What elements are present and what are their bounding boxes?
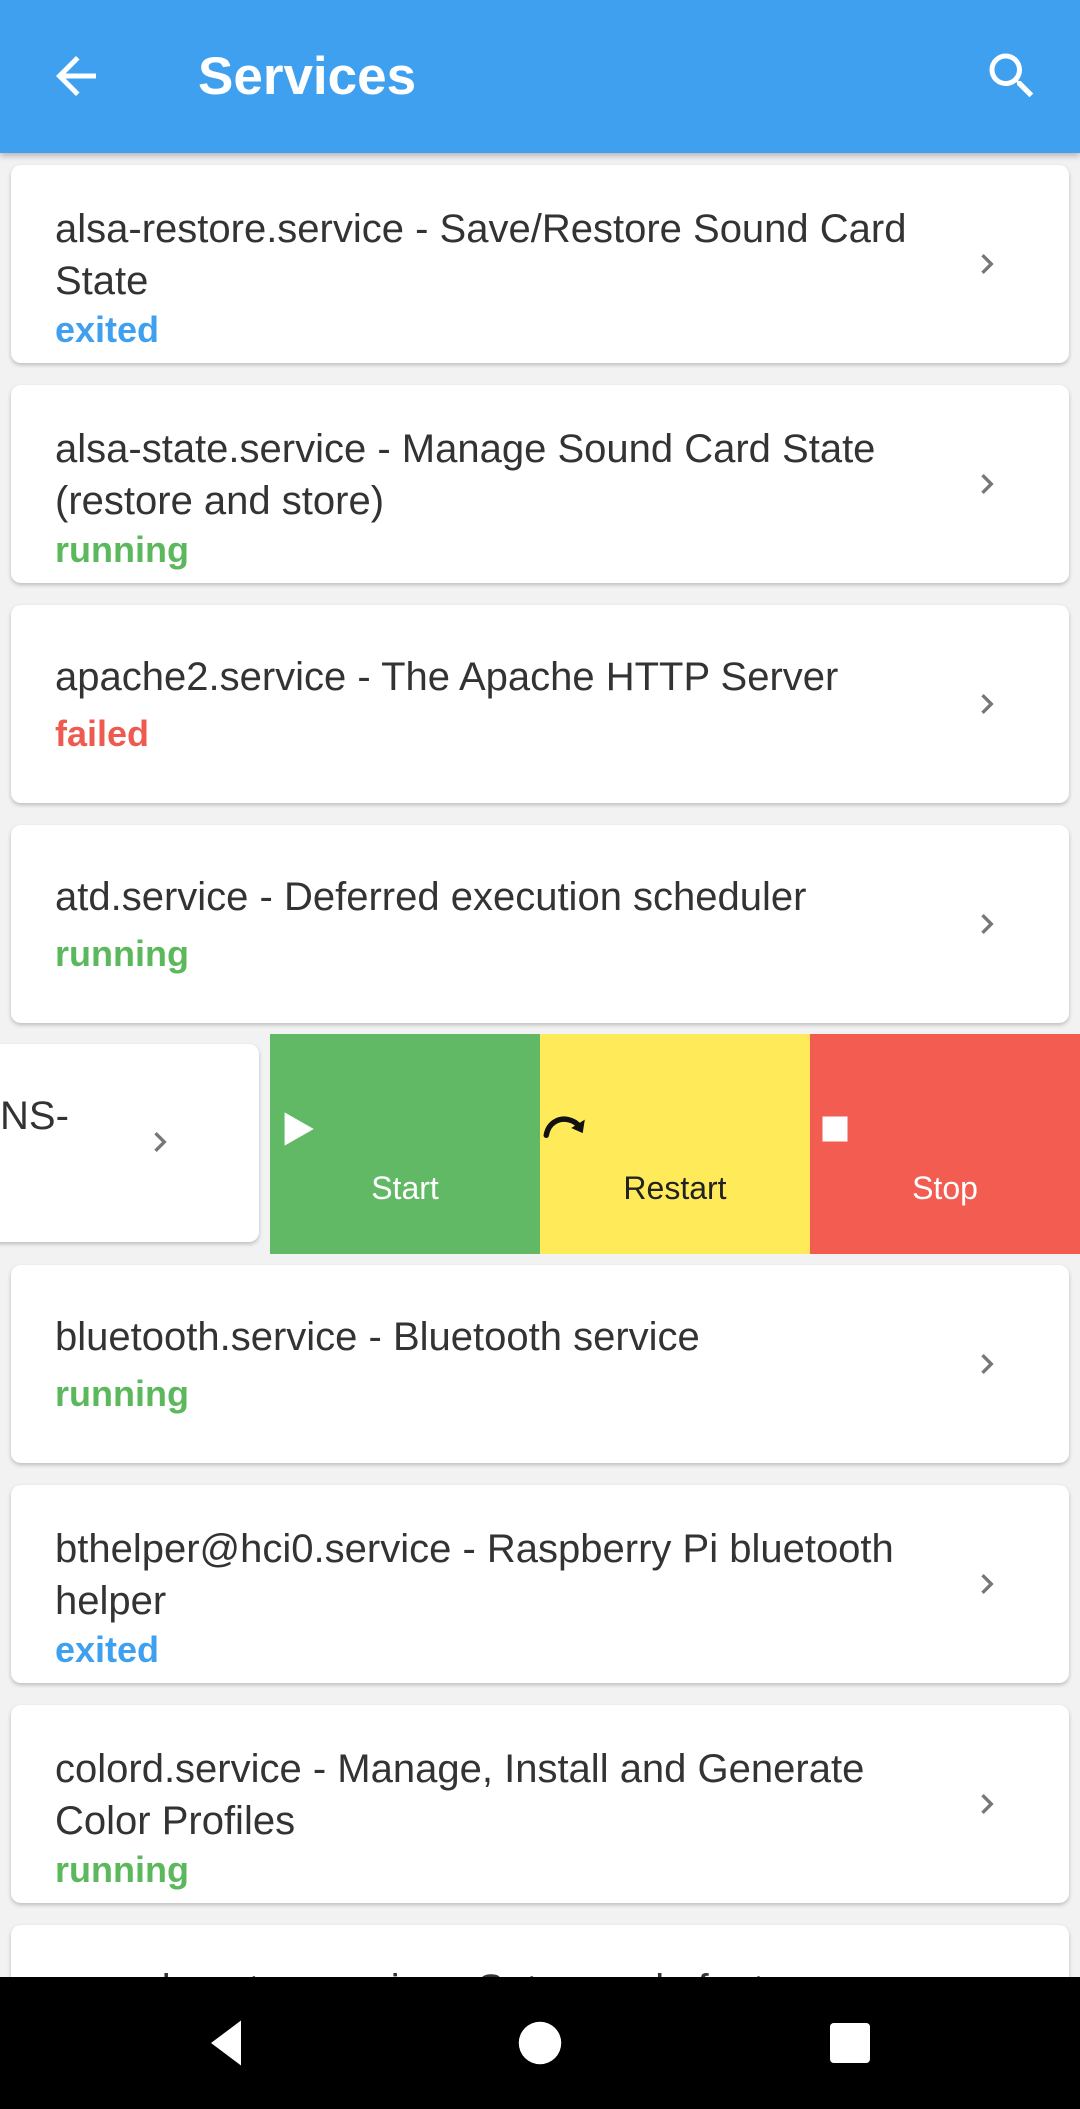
service-name: colord.service - Manage, Install and Gen… <box>55 1747 865 1843</box>
page-title: Services <box>198 47 417 106</box>
start-button[interactable]: Start <box>270 1034 540 1254</box>
swiped-service-card[interactable]: NS- <box>0 1044 259 1242</box>
system-nav-bar <box>0 1977 1080 2109</box>
service-status: failed <box>55 713 150 754</box>
app-bar: Services <box>0 0 1080 153</box>
service-item-colord[interactable]: colord.service - Manage, Install and Gen… <box>11 1705 1069 1903</box>
service-item-console-setup[interactable]: console-setup.service - Set console font <box>11 1925 1069 1977</box>
service-status: exited <box>55 309 160 350</box>
nav-recents-icon[interactable] <box>820 2013 880 2073</box>
service-name-fragment: NS- <box>0 1094 69 1138</box>
service-status: running <box>55 529 189 570</box>
service-name: apache2.service - The Apache HTTP Server <box>55 655 839 699</box>
arrow-left-icon[interactable] <box>46 46 106 106</box>
service-status: exited <box>55 1629 160 1670</box>
chevron-right-icon <box>981 914 994 934</box>
chevron-right-icon <box>981 694 994 714</box>
service-status: running <box>55 1373 189 1414</box>
play-icon <box>284 1112 314 1146</box>
services-list[interactable]: alsa-restore.service - Save/Restore Soun… <box>0 153 1080 1977</box>
stop-button[interactable]: Stop <box>810 1034 1080 1254</box>
service-status: running <box>55 1849 189 1890</box>
chevron-right-icon <box>981 1354 994 1374</box>
nav-back-icon[interactable] <box>196 2013 256 2073</box>
restart-label: Restart <box>623 1170 727 1206</box>
service-name: alsa-state.service - Manage Sound Card S… <box>55 427 876 523</box>
service-status: running <box>55 933 189 974</box>
start-label: Start <box>371 1170 439 1206</box>
chevron-right-icon <box>154 1132 167 1152</box>
chevron-right-icon <box>981 474 994 494</box>
service-name: atd.service - Deferred execution schedul… <box>55 875 807 919</box>
service-item-alsa-state[interactable]: alsa-state.service - Manage Sound Card S… <box>11 385 1069 583</box>
chevron-right-icon <box>981 254 994 274</box>
service-name: alsa-restore.service - Save/Restore Soun… <box>55 207 907 303</box>
chevron-right-icon <box>981 1574 994 1594</box>
service-item-apache2[interactable]: apache2.service - The Apache HTTP Server… <box>11 605 1069 803</box>
stop-label: Stop <box>912 1170 978 1206</box>
service-item-alsa-restore[interactable]: alsa-restore.service - Save/Restore Soun… <box>11 165 1069 363</box>
nav-home-icon[interactable] <box>510 2013 570 2073</box>
service-name: console-setup.service - Set console font <box>55 1963 939 1977</box>
stop-icon <box>822 1116 848 1142</box>
service-name: bthelper@hci0.service - Raspberry Pi blu… <box>55 1527 894 1623</box>
search-icon[interactable] <box>982 46 1042 106</box>
service-item-bluetooth[interactable]: bluetooth.service - Bluetooth service ru… <box>11 1265 1069 1463</box>
swiped-service-row[interactable]: NS- Start Restart Stop <box>0 1034 1080 1254</box>
restart-icon <box>543 1116 585 1138</box>
service-item-bthelper[interactable]: bthelper@hci0.service - Raspberry Pi blu… <box>11 1485 1069 1683</box>
restart-button[interactable]: Restart <box>540 1034 810 1254</box>
service-item-atd[interactable]: atd.service - Deferred execution schedul… <box>11 825 1069 1023</box>
service-name: bluetooth.service - Bluetooth service <box>55 1315 700 1359</box>
chevron-right-icon <box>981 1794 994 1814</box>
